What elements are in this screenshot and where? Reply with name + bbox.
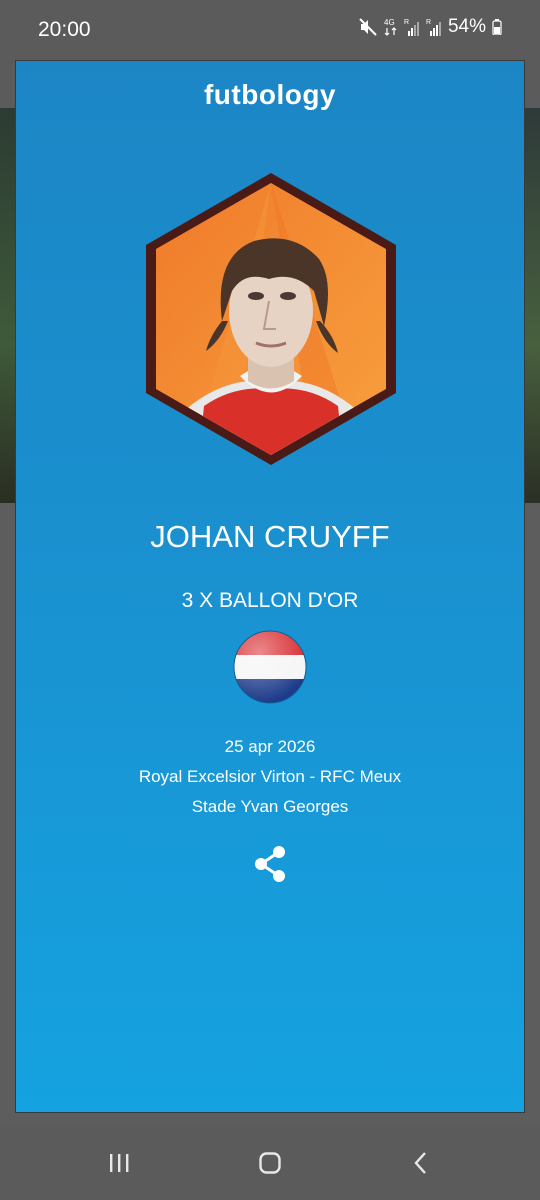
player-award: 3 X BALLON D'OR xyxy=(181,589,359,612)
player-name: JOHAN CRUYFF xyxy=(150,519,390,554)
back-icon xyxy=(414,1152,426,1174)
recents-icon xyxy=(110,1154,129,1172)
player-card: futbology JOHAN CRUYFF 3 X BALLON D'OR 2… xyxy=(15,60,525,1113)
status-time: 20:00 xyxy=(38,18,91,41)
match-teams: Royal Excelsior Virton - RFC Meux xyxy=(138,767,402,786)
svg-text:4G: 4G xyxy=(384,18,395,27)
match-date: 25 apr 2026 xyxy=(224,737,316,756)
signal-icon: R xyxy=(404,19,419,36)
futbology-logo: futbology xyxy=(203,79,337,110)
background-photo-right xyxy=(524,108,540,503)
share-icon[interactable] xyxy=(252,845,288,883)
home-button[interactable] xyxy=(245,1145,295,1181)
4g-data-icon: 4G xyxy=(384,18,397,36)
navigation-bar xyxy=(0,1123,540,1200)
home-icon xyxy=(259,1152,281,1174)
battery-percent: 54% xyxy=(447,16,486,37)
svg-text:R: R xyxy=(404,19,409,26)
netherlands-flag-icon xyxy=(233,630,307,704)
mute-icon xyxy=(359,18,377,36)
back-button[interactable] xyxy=(396,1145,446,1181)
background-photo-left xyxy=(0,108,16,503)
battery-icon xyxy=(492,19,502,35)
status-icons: 4G R R 54% xyxy=(358,16,502,38)
match-stadium: Stade Yvan Georges xyxy=(191,797,349,816)
player-portrait xyxy=(146,173,396,465)
svg-text:R: R xyxy=(426,19,431,26)
signal-icon: R xyxy=(426,19,441,36)
status-bar: 20:00 4G R R 54% xyxy=(0,0,540,60)
recents-button[interactable] xyxy=(94,1145,144,1181)
